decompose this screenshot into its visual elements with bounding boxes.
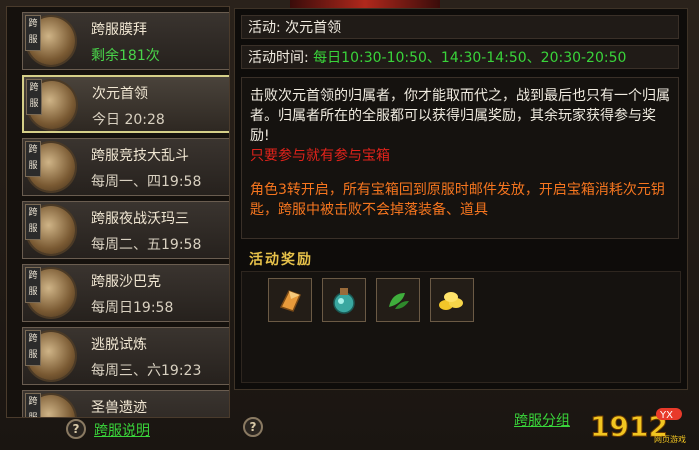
help-icon[interactable]: ?	[66, 419, 86, 439]
activity-name-row: 活动: 次元首领	[241, 15, 679, 39]
activity-schedule: 每周三、六19:23	[91, 363, 202, 379]
activity-schedule: 每周二、五19:58	[91, 237, 202, 253]
activity-title: 次元首领	[92, 86, 148, 102]
site-logo: 1912 YX 网页游戏	[590, 408, 686, 444]
description-text: 击败次元首领的归属者，你才能取而代之，战到最后也只有一个归属者。归属者所在的全服…	[250, 88, 670, 144]
cross-server-tag: 跨服	[25, 330, 41, 366]
cross-server-tag: 跨服	[26, 79, 42, 115]
time-value: 每日10:30-10:50、14:30-14:50、20:30-20:50	[313, 50, 627, 66]
help-icon[interactable]: ?	[243, 417, 263, 437]
activity-item[interactable]: 跨服 逃脱试炼每周三、六19:23	[22, 327, 229, 385]
description-highlight: 只要参与就有参与宝箱	[250, 148, 390, 164]
crystal-shard-icon	[279, 290, 302, 312]
activity-name: 次元首领	[285, 20, 342, 36]
activity-item[interactable]: 跨服 圣兽遗迹	[22, 390, 229, 417]
gold-coins-icon	[439, 292, 463, 310]
activity-time-row: 活动时间: 每日10:30-10:50、14:30-14:50、20:30-20…	[241, 45, 679, 69]
activity-title: 逃脱试炼	[91, 337, 147, 353]
activity-schedule: 剩余181次	[91, 48, 160, 64]
activity-detail-panel: 活动: 次元首领 活动时间: 每日10:30-10:50、14:30-14:50…	[234, 8, 688, 390]
activity-item[interactable]: 跨服 次元首领今日 20:28	[22, 75, 229, 133]
activity-item[interactable]: 跨服 跨服竞技大乱斗 每周一、四19:58	[22, 138, 229, 196]
activity-title: 跨服夜战沃玛三	[91, 211, 189, 227]
potion-flask-icon	[333, 288, 355, 314]
activity-title: 圣兽遗迹	[91, 400, 147, 416]
activity-schedule: 每周一、四19:58	[91, 174, 202, 190]
cross-server-tag: 跨服	[25, 141, 41, 177]
cross-server-tag: 跨服	[25, 15, 41, 51]
activity-schedule: 今日 20:28	[92, 112, 165, 128]
logo-sub: 网页游戏	[654, 434, 686, 444]
cross-server-help-link[interactable]: 跨服说明	[94, 420, 150, 440]
reward-slot[interactable]	[268, 278, 312, 322]
green-leaves-icon	[389, 293, 409, 309]
activity-title: 跨服膜拜	[91, 22, 147, 38]
activity-description: 击败次元首领的归属者，你才能取而代之，战到最后也只有一个归属者。归属者所在的全服…	[241, 77, 679, 239]
activity-title: 跨服竞技大乱斗	[91, 148, 189, 164]
cross-server-tag: 跨服	[25, 267, 41, 303]
activity-schedule: 每周日19:58	[91, 300, 174, 316]
logo-badge: YX	[659, 410, 673, 421]
activity-item[interactable]: 跨服 跨服沙巴克每周日19:58	[22, 264, 229, 322]
cross-server-group-link[interactable]: 跨服分组	[514, 410, 570, 430]
activity-item[interactable]: 跨服 跨服膜拜剩余181次	[22, 12, 229, 70]
activity-item[interactable]: 跨服 跨服夜战沃玛三 每周二、五19:58	[22, 201, 229, 259]
activity-list: 跨服 跨服膜拜 剩余181次 跨服 次元首领 今日 20:28 跨服 跨服竞技大乱斗 每周一、四…	[6, 6, 230, 418]
reward-header: 活动奖励	[249, 252, 313, 268]
cross-server-tag: 跨服	[25, 204, 41, 240]
activity-label: 活动:	[248, 20, 281, 36]
time-label: 活动时间:	[248, 50, 309, 66]
activity-title: 跨服沙巴克	[91, 274, 161, 290]
reward-slot[interactable]	[430, 278, 474, 322]
reward-area	[241, 271, 681, 383]
description-notice: 角色3转开启，所有宝箱回到原服时邮件发放，开启宝箱消耗次元钥匙，跨服中被击败不会…	[250, 182, 665, 218]
reward-slot[interactable]	[322, 278, 366, 322]
reward-slot[interactable]	[376, 278, 420, 322]
cross-server-tag: 跨服	[25, 393, 41, 417]
